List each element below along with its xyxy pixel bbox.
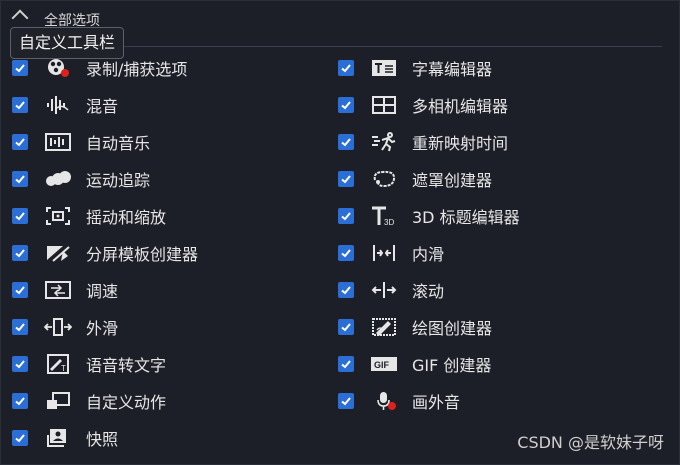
- checkbox[interactable]: [12, 393, 28, 409]
- scroll-icon: [368, 278, 400, 302]
- option-split-screen[interactable]: 分屏模板创建器: [12, 239, 198, 267]
- checkbox[interactable]: [338, 171, 354, 187]
- option-auto-music[interactable]: 自动音乐: [12, 128, 150, 156]
- option-subtitle-editor[interactable]: 字幕编辑器: [338, 54, 492, 82]
- option-audio-mix[interactable]: 混音: [12, 91, 118, 119]
- option-label: 调速: [86, 282, 119, 301]
- option-label: 自动音乐: [86, 134, 151, 153]
- painting-creator-icon: [368, 315, 400, 339]
- option-multicam-editor[interactable]: 多相机编辑器: [338, 91, 508, 119]
- checkbox[interactable]: [12, 208, 28, 224]
- checkbox[interactable]: [338, 134, 354, 150]
- checkbox[interactable]: [12, 60, 28, 76]
- checkbox[interactable]: [338, 393, 354, 409]
- option-motion-tracking[interactable]: 运动追踪: [12, 165, 150, 193]
- checkbox[interactable]: [12, 282, 28, 298]
- slide-out-icon: [42, 315, 74, 339]
- speed-icon: [42, 278, 74, 302]
- voiceover-icon: [368, 389, 400, 413]
- option-time-remap[interactable]: 重新映射时间: [338, 128, 508, 156]
- checkbox[interactable]: [12, 134, 28, 150]
- checkbox[interactable]: [12, 356, 28, 372]
- option-snapshot[interactable]: 快照: [12, 424, 118, 452]
- checkbox[interactable]: [12, 245, 28, 261]
- option-label: 外滑: [86, 319, 119, 338]
- mask-creator-icon: [368, 167, 400, 191]
- option-label: 语音转文字: [86, 356, 167, 375]
- option-painting-creator[interactable]: 绘图创建器: [338, 313, 492, 341]
- svg-text:T: T: [61, 364, 66, 373]
- checkbox[interactable]: [338, 97, 354, 113]
- checkbox[interactable]: [12, 97, 28, 113]
- watermark: CSDN @是软妹子呀: [517, 433, 664, 452]
- option-label: 运动追踪: [86, 171, 151, 190]
- option-label: 多相机编辑器: [412, 97, 509, 116]
- option-voiceover[interactable]: 画外音: [338, 387, 460, 415]
- option-label: 3D 标题编辑器: [412, 208, 520, 227]
- pan-zoom-icon: [42, 204, 74, 228]
- option-speed[interactable]: 调速: [12, 276, 118, 304]
- auto-music-icon: [42, 130, 74, 154]
- option-scroll[interactable]: 滚动: [338, 276, 444, 304]
- checkbox[interactable]: [338, 245, 354, 261]
- checkbox[interactable]: [338, 208, 354, 224]
- option-label: GIF 创建器: [412, 356, 492, 375]
- option-label: 滚动: [412, 282, 445, 301]
- split-screen-icon: [42, 241, 74, 265]
- checkbox[interactable]: [338, 282, 354, 298]
- record-capture-icon: [42, 56, 74, 80]
- option-label: 绘图创建器: [412, 319, 493, 338]
- option-speech-to-text[interactable]: T 语音转文字: [12, 350, 166, 378]
- option-label: 快照: [86, 430, 119, 449]
- option-title-3d[interactable]: 3D 3D 标题编辑器: [338, 202, 520, 230]
- slide-in-icon: [368, 241, 400, 265]
- multicam-editor-icon: [368, 93, 400, 117]
- option-label: 内滑: [412, 245, 445, 264]
- option-label: 录制/捕获选项: [86, 60, 188, 79]
- option-label: 字幕编辑器: [412, 60, 493, 79]
- gif-creator-icon: GIF: [368, 352, 400, 376]
- option-slide-in[interactable]: 内滑: [338, 239, 444, 267]
- option-label: 重新映射时间: [412, 134, 509, 153]
- option-label: 分屏模板创建器: [86, 245, 199, 264]
- option-gif-creator[interactable]: GIF GIF 创建器: [338, 350, 491, 378]
- option-mask-creator[interactable]: 遮罩创建器: [338, 165, 492, 193]
- checkbox[interactable]: [338, 60, 354, 76]
- option-label: 混音: [86, 97, 119, 116]
- svg-text:3D: 3D: [384, 218, 394, 227]
- option-label: 遮罩创建器: [412, 171, 493, 190]
- checkbox[interactable]: [12, 171, 28, 187]
- title-3d-icon: 3D: [368, 204, 400, 228]
- checkbox[interactable]: [12, 430, 28, 446]
- option-label: 画外音: [412, 393, 461, 412]
- audio-mix-icon: [42, 93, 74, 117]
- section-divider: [40, 46, 662, 47]
- option-custom-motion[interactable]: 自定义动作: [12, 387, 166, 415]
- motion-tracking-icon: [42, 167, 74, 191]
- option-pan-zoom[interactable]: 摇动和缩放: [12, 202, 166, 230]
- subtitle-editor-icon: [368, 56, 400, 80]
- option-slide-out[interactable]: 外滑: [12, 313, 118, 341]
- snapshot-icon: [42, 426, 74, 450]
- custom-motion-icon: [42, 389, 74, 413]
- option-label: 自定义动作: [86, 393, 167, 412]
- speech-to-text-icon: T: [42, 352, 74, 376]
- checkbox[interactable]: [338, 356, 354, 372]
- option-label: 摇动和缩放: [86, 208, 167, 227]
- svg-text:GIF: GIF: [374, 360, 390, 370]
- tooltip: 自定义工具栏: [10, 27, 125, 59]
- checkbox[interactable]: [338, 319, 354, 335]
- checkbox[interactable]: [12, 319, 28, 335]
- time-remap-icon: [368, 130, 400, 154]
